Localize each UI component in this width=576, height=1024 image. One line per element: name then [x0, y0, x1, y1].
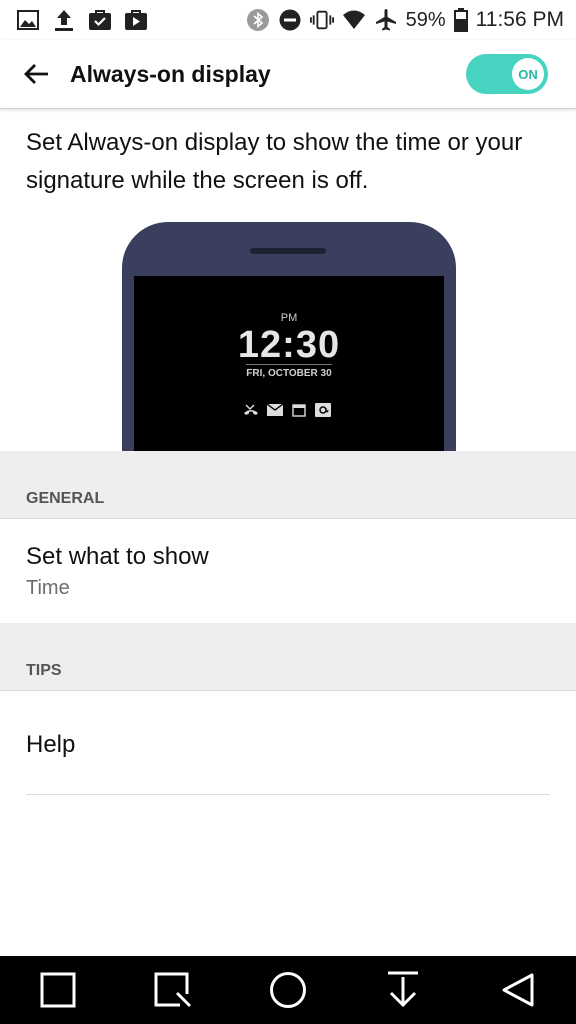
set-what-to-show-value: Time	[26, 577, 70, 599]
page-title: Always-on display	[70, 60, 271, 87]
status-bar: 59% 11:56 PM	[0, 0, 576, 40]
battery-icon	[453, 8, 468, 32]
preview-notification-icons	[242, 402, 336, 418]
email-at-icon	[314, 402, 332, 418]
phone-speaker	[250, 248, 326, 254]
airplane-mode-icon	[374, 8, 398, 32]
wifi-icon	[342, 8, 366, 32]
back-icon[interactable]	[492, 964, 544, 1016]
section-title-general: GENERAL	[26, 490, 105, 507]
notification-pull-icon[interactable]	[377, 964, 429, 1016]
always-on-toggle[interactable]: ON	[466, 54, 548, 94]
section-title-tips: TIPS	[26, 662, 62, 679]
briefcase-check-icon	[88, 8, 112, 32]
preview-divider	[246, 364, 332, 365]
battery-percentage: 59%	[405, 8, 446, 31]
mail-icon	[266, 402, 284, 418]
list-divider	[26, 794, 550, 795]
do-not-disturb-icon	[278, 8, 302, 32]
help-item[interactable]: Help	[0, 691, 576, 794]
capture-icon[interactable]	[147, 964, 199, 1016]
briefcase-play-icon	[124, 8, 148, 32]
section-header-general: GENERAL	[0, 451, 576, 519]
set-what-to-show-title: Set what to show	[26, 543, 209, 570]
feature-description: Set Always-on display to show the time o…	[26, 129, 523, 194]
missed-call-icon	[242, 402, 260, 418]
preview-ampm: PM	[280, 312, 298, 324]
help-title: Help	[26, 731, 76, 758]
set-what-to-show-item[interactable]: Set what to show Time	[0, 519, 576, 623]
bluetooth-icon	[246, 8, 270, 32]
vibrate-icon	[309, 8, 334, 32]
phone-preview-illustration: PM 12:30 FRI, OCTOBER 30	[122, 222, 456, 452]
phone-preview-screen: PM 12:30 FRI, OCTOBER 30	[134, 276, 444, 452]
preview-time: 12:30	[237, 324, 341, 366]
app-bar: Always-on display ON	[0, 40, 576, 109]
home-icon[interactable]	[262, 964, 314, 1016]
section-header-tips: TIPS	[0, 623, 576, 691]
status-time: 11:56 PM	[475, 8, 564, 31]
gallery-icon	[16, 8, 40, 32]
recents-icon[interactable]	[32, 964, 84, 1016]
preview-date: FRI, OCTOBER 30	[246, 368, 332, 379]
upload-icon	[52, 8, 76, 32]
navigation-bar	[0, 956, 576, 1024]
toggle-knob-label: ON	[512, 58, 544, 90]
back-arrow-icon[interactable]	[18, 56, 54, 92]
calendar-icon	[290, 402, 308, 418]
